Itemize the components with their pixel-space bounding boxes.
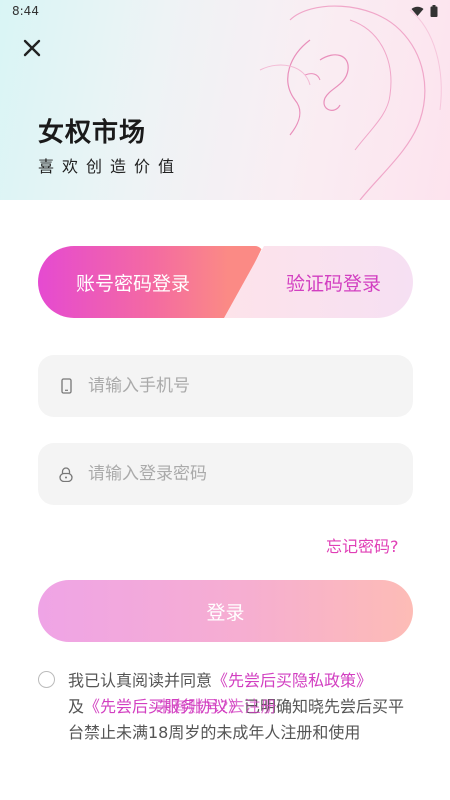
privacy-policy-link[interactable]: 《先尝后买隐私政策》 [212,671,372,690]
forgot-password-link[interactable]: 忘记密码? [326,533,399,557]
agreement-checkbox[interactable] [38,671,55,688]
battery-icon [430,5,438,17]
password-input[interactable] [88,464,413,484]
line-art-face-illustration [259,5,442,200]
login-mode-tabs: 账号密码登录 验证码登录 [38,246,413,318]
agreement-prefix: 我已认真阅读并同意 [68,671,213,690]
login-button[interactable]: 登录 [38,580,413,642]
status-bar: 8:44 [0,0,450,22]
wifi-icon [411,6,424,16]
app-subtitle: 喜欢创造价值 [38,157,183,176]
password-field[interactable] [38,443,413,505]
phone-icon [58,378,74,394]
tab-password-login[interactable]: 账号密码登录 [38,246,228,318]
status-time: 8:44 [12,4,39,18]
close-button[interactable] [18,34,46,62]
register-link[interactable]: 未有账号?去注册 [156,694,277,720]
lock-icon [58,466,74,482]
app-title: 女权市场 [38,118,147,148]
phone-field[interactable] [38,355,413,417]
phone-input[interactable] [88,376,413,396]
status-icons [411,5,438,17]
close-icon [23,39,41,57]
agreement-and: 及 [68,697,85,716]
